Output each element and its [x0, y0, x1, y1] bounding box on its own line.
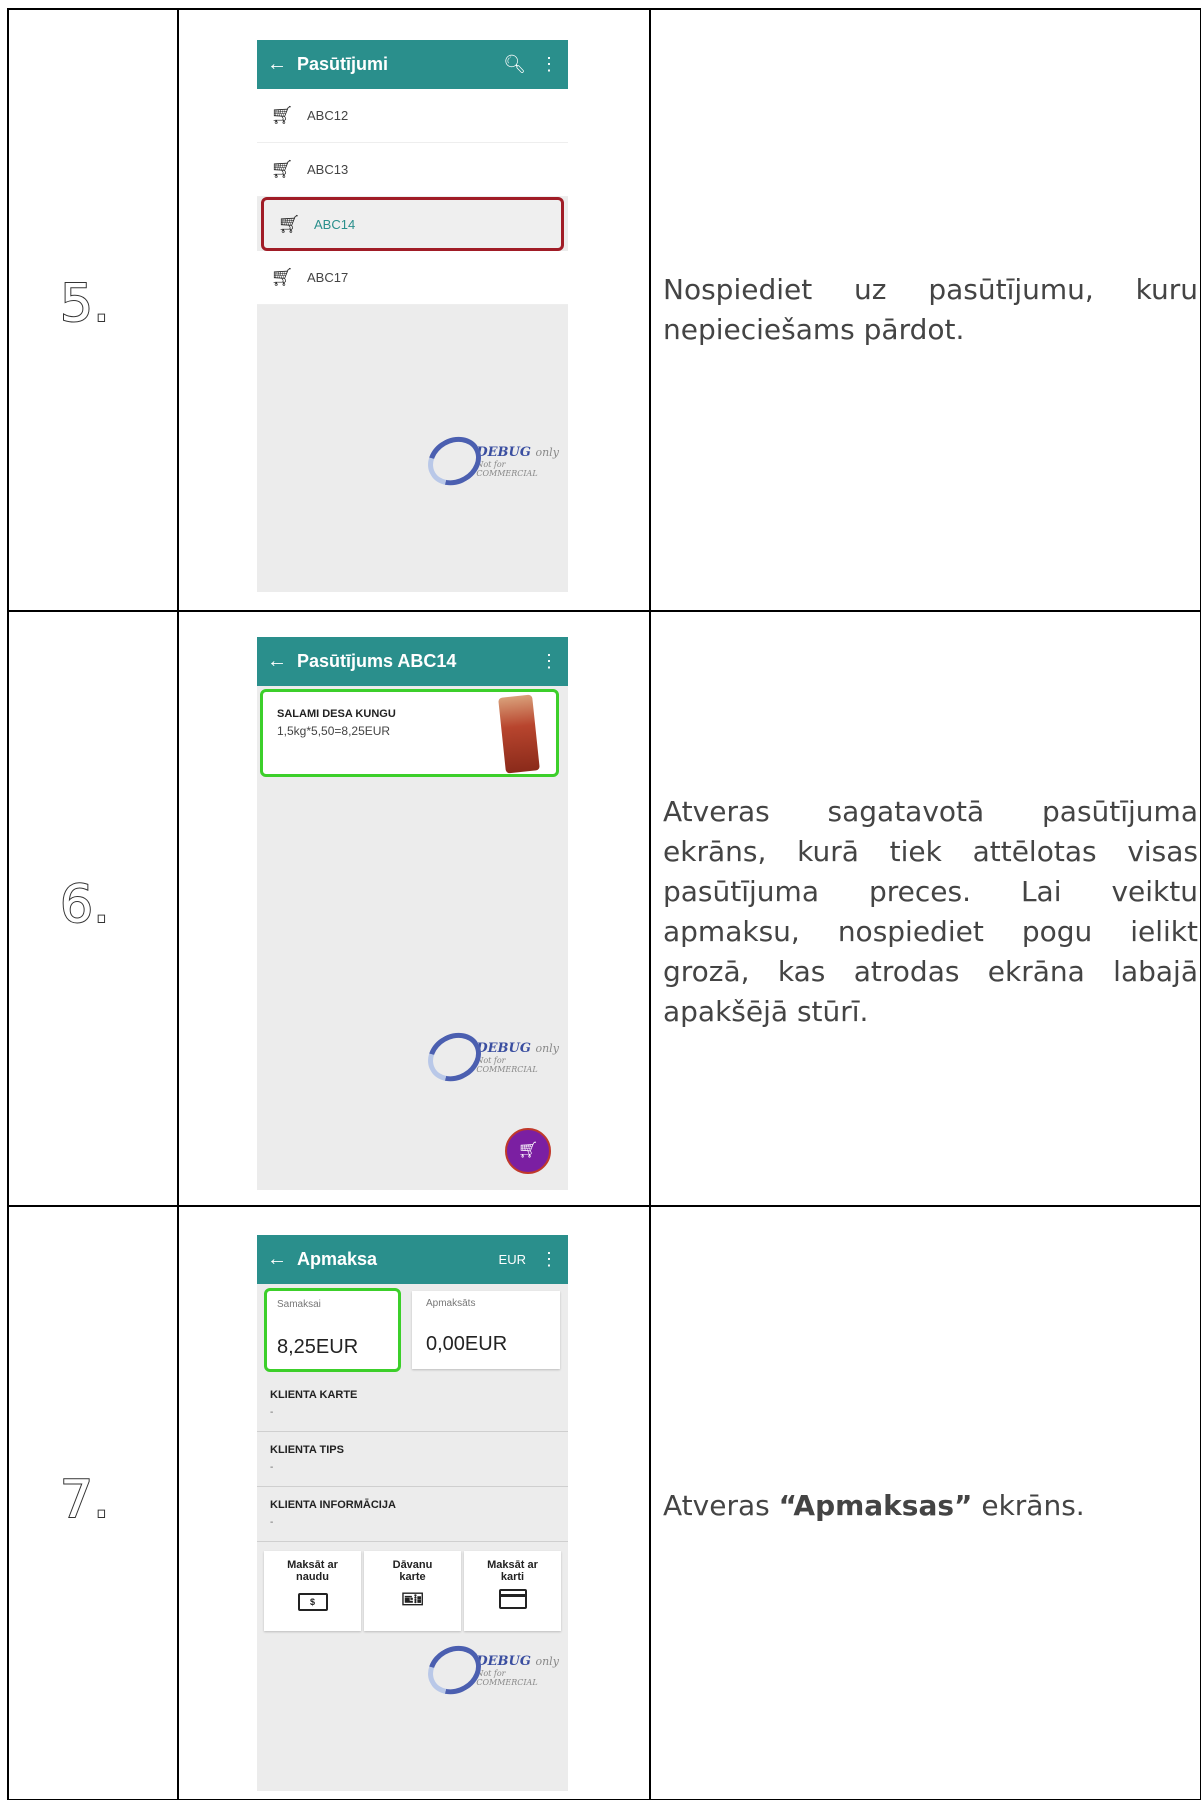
button-label: Maksāt ar: [487, 1559, 538, 1571]
order-label: ABC13: [307, 162, 349, 177]
debug-watermark: DEBUG only Not for COMMERCIAL: [419, 1023, 568, 1091]
amount-due-card: Samaksai 8,25EUR: [264, 1288, 401, 1372]
cash-icon: $: [264, 1589, 361, 1611]
order-row-selected[interactable]: 🛒︎ ABC14: [261, 197, 564, 251]
amount-paid-label: Apmaksāts: [426, 1298, 476, 1309]
screen-title: Pasūtījumi: [297, 54, 389, 74]
step-description: Atveras “Apmaksas” ekrāns.: [663, 1486, 1198, 1526]
cart-icon: 🛒︎: [277, 213, 301, 234]
screen-title: Pasūtījums ABC14: [297, 651, 457, 671]
watermark-logo-icon: [419, 427, 491, 495]
button-label: karti: [500, 1571, 525, 1583]
gift-card-button[interactable]: Dāvanu karte 🎫︎: [364, 1551, 461, 1631]
item-price: 1,5kg*5,50=8,25EUR: [277, 724, 391, 738]
description-text: Atveras: [663, 1489, 779, 1522]
add-shopping-cart-icon: 🛒︎: [517, 1142, 539, 1159]
order-row[interactable]: 🛒︎ ABC12: [257, 89, 568, 143]
watermark-logo-icon: [419, 1636, 491, 1704]
cart-icon: 🛒︎: [270, 267, 294, 287]
order-detail-screen: ← Pasūtījums ABC14 ⋮ SALAMI DESA KUNGU 1…: [257, 637, 568, 1190]
pay-cash-button[interactable]: Maksāt ar naudu $: [264, 1551, 361, 1631]
cart-icon: 🛒︎: [270, 105, 294, 125]
client-info-section[interactable]: KLIENTA INFORMĀCIJA -: [257, 1487, 568, 1542]
order-label: ABC14: [314, 216, 356, 232]
amount-due-label: Samaksai: [277, 1299, 321, 1310]
debug-watermark: DEBUG only Not for COMMERCIAL: [419, 427, 568, 495]
order-row[interactable]: 🛒︎ ABC17: [257, 251, 568, 305]
cart-icon: 🛒︎: [270, 159, 294, 179]
amount-paid-value: 0,00EUR: [426, 1333, 508, 1355]
payment-screen: ← Apmaksa EUR ⋮ Samaksai 8,25EUR Apmaksā…: [257, 1235, 568, 1791]
button-label: Dāvanu: [392, 1559, 433, 1571]
more-menu-icon[interactable]: ⋮: [540, 651, 558, 672]
app-bar: ← Apmaksa EUR ⋮: [257, 1235, 568, 1284]
search-icon[interactable]: 🔍︎: [503, 54, 526, 75]
add-to-cart-fab[interactable]: 🛒︎: [505, 1128, 551, 1174]
item-name: SALAMI DESA KUNGU: [277, 708, 396, 720]
back-arrow-icon[interactable]: ←: [257, 650, 297, 673]
step-description: Atveras sagatavotā pasūtījuma ekrāns, ku…: [663, 795, 1198, 1028]
order-row[interactable]: 🛒︎ ABC13: [257, 143, 568, 197]
order-item-card[interactable]: SALAMI DESA KUNGU 1,5kg*5,50=8,25EUR: [260, 689, 559, 777]
back-arrow-icon[interactable]: ←: [257, 1248, 297, 1271]
step-number: 5.: [59, 273, 111, 335]
currency-label[interactable]: EUR: [499, 1252, 526, 1267]
app-bar: ← Pasūtījumi 🔍︎ ⋮: [257, 40, 568, 89]
description-text: ekrāns.: [972, 1489, 1085, 1522]
section-value: -: [270, 1517, 274, 1528]
button-label: naudu: [296, 1571, 329, 1583]
credit-card-icon: [464, 1589, 561, 1614]
watermark-logo-icon: [419, 1023, 491, 1091]
section-value: -: [270, 1407, 274, 1418]
pay-card-button[interactable]: Maksāt ar karti: [464, 1551, 561, 1631]
section-heading: KLIENTA INFORMĀCIJA: [270, 1499, 396, 1511]
amount-paid-card: Apmaksāts 0,00EUR: [412, 1291, 560, 1369]
amount-due-value: 8,25EUR: [277, 1336, 359, 1358]
client-type-section[interactable]: KLIENTA TIPS -: [257, 1432, 568, 1487]
step-number: 6.: [59, 874, 111, 936]
screen-title: Apmaksa: [297, 1249, 378, 1269]
section-value: -: [270, 1462, 274, 1473]
back-arrow-icon[interactable]: ←: [257, 53, 297, 76]
app-bar: ← Pasūtījums ABC14 ⋮: [257, 637, 568, 686]
debug-watermark: DEBUG only Not for COMMERCIAL: [419, 1636, 568, 1704]
order-label: ABC17: [307, 270, 349, 285]
step-description: Nospiediet uz pasūtījumu, kuru nepiecieš…: [663, 273, 1198, 346]
step-number: 7.: [59, 1469, 111, 1531]
gift-card-icon: 🎫︎: [401, 1589, 424, 1609]
client-card-section[interactable]: KLIENTA KARTE -: [257, 1377, 568, 1432]
more-menu-icon[interactable]: ⋮: [540, 54, 558, 75]
button-label: karte: [399, 1571, 426, 1583]
product-image: [498, 694, 540, 774]
section-heading: KLIENTA KARTE: [270, 1389, 358, 1401]
more-menu-icon[interactable]: ⋮: [540, 1249, 558, 1270]
orders-screen: ← Pasūtījumi 🔍︎ ⋮ 🛒︎ ABC12 🛒︎ ABC13 🛒︎ ABC1…: [257, 40, 568, 592]
button-label: Maksāt ar: [287, 1559, 338, 1571]
order-label: ABC12: [307, 108, 349, 123]
section-heading: KLIENTA TIPS: [270, 1444, 344, 1456]
description-bold: “Apmaksas”: [778, 1489, 973, 1522]
